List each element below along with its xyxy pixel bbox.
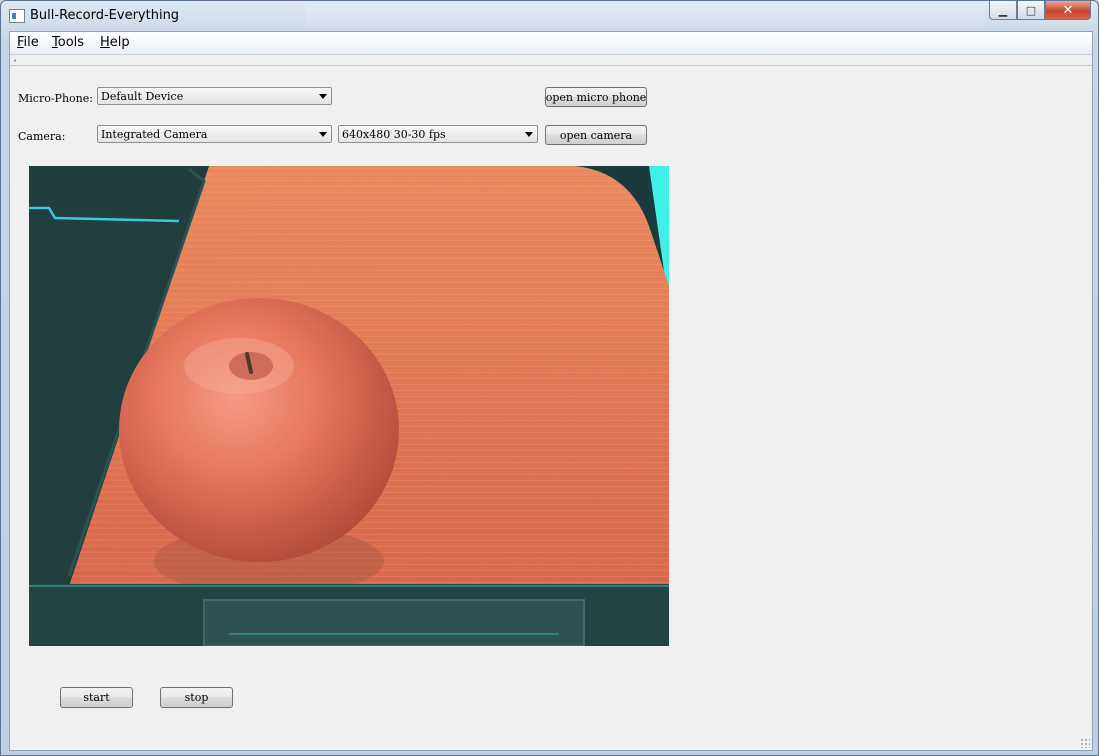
camera-preview <box>29 166 669 646</box>
open-microphone-button[interactable]: open micro phone <box>545 87 647 107</box>
menu-help-accel: H <box>100 35 110 50</box>
maximize-icon: □ <box>1025 3 1037 17</box>
chevron-down-icon <box>319 132 327 137</box>
close-icon: ✕ <box>1062 2 1074 18</box>
app-window-icon[interactable] <box>9 9 25 23</box>
window-title: Bull-Record-Everything <box>30 8 180 23</box>
camera-label: Camera: <box>18 130 66 143</box>
stop-button[interactable]: stop <box>160 687 233 708</box>
client-area: File Tools Help • Micro-Phone: Default D… <box>9 31 1093 751</box>
open-camera-button[interactable]: open camera <box>545 125 647 145</box>
caption-buttons: ▁ □ ✕ <box>989 1 1091 21</box>
camera-select[interactable]: Integrated Camera <box>97 125 332 143</box>
resize-grip-icon[interactable] <box>1080 738 1090 748</box>
menu-bar: File Tools Help <box>10 32 1092 55</box>
camera-preview-image <box>29 166 669 646</box>
start-button[interactable]: start <box>60 687 133 708</box>
chevron-down-icon <box>525 132 533 137</box>
menu-help[interactable]: Help <box>100 35 130 50</box>
toolbar-area: • <box>10 55 1092 66</box>
minimize-button[interactable]: ▁ <box>989 1 1017 20</box>
microphone-label: Micro-Phone: <box>18 92 93 105</box>
camera-format-select-value: 640x480 30-30 fps <box>342 128 446 141</box>
minimize-icon: ▁ <box>998 3 1008 17</box>
maximize-button[interactable]: □ <box>1017 1 1045 20</box>
microphone-select-value: Default Device <box>101 90 184 103</box>
menu-tools-rest: ools <box>57 35 85 50</box>
app-window: Bull-Record-Everything ▁ □ ✕ File Tools … <box>0 0 1099 756</box>
microphone-select[interactable]: Default Device <box>97 87 332 105</box>
close-button[interactable]: ✕ <box>1045 1 1091 20</box>
toolbar-grip-icon[interactable]: • <box>13 57 17 65</box>
menu-file-rest: ile <box>23 35 39 50</box>
title-bar[interactable]: Bull-Record-Everything ▁ □ ✕ <box>1 1 1098 31</box>
menu-tools[interactable]: Tools <box>52 35 84 50</box>
chevron-down-icon <box>319 94 327 99</box>
camera-format-select[interactable]: 640x480 30-30 fps <box>338 125 538 143</box>
camera-select-value: Integrated Camera <box>101 128 208 141</box>
menu-help-rest: elp <box>109 35 130 50</box>
menu-file[interactable]: File <box>17 35 39 50</box>
background-window-ghost <box>306 4 986 28</box>
